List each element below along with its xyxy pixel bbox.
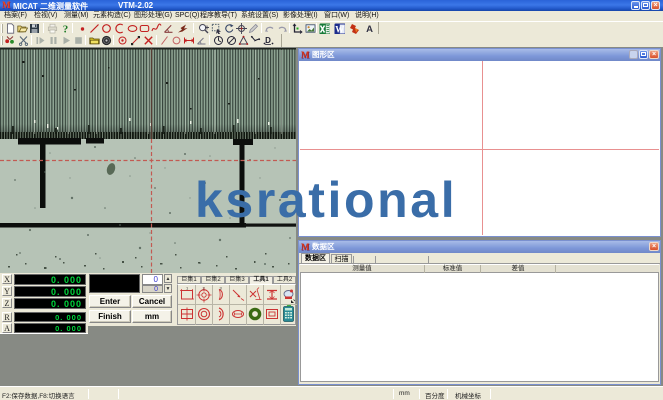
svg-text:3: 3 [220,286,223,291]
svg-text:?: ? [63,24,69,35]
svg-text:A: A [366,24,373,34]
svg-text:W: W [335,25,344,35]
svg-text:D: D [265,36,271,45]
svg-text:1: 1 [186,286,189,291]
